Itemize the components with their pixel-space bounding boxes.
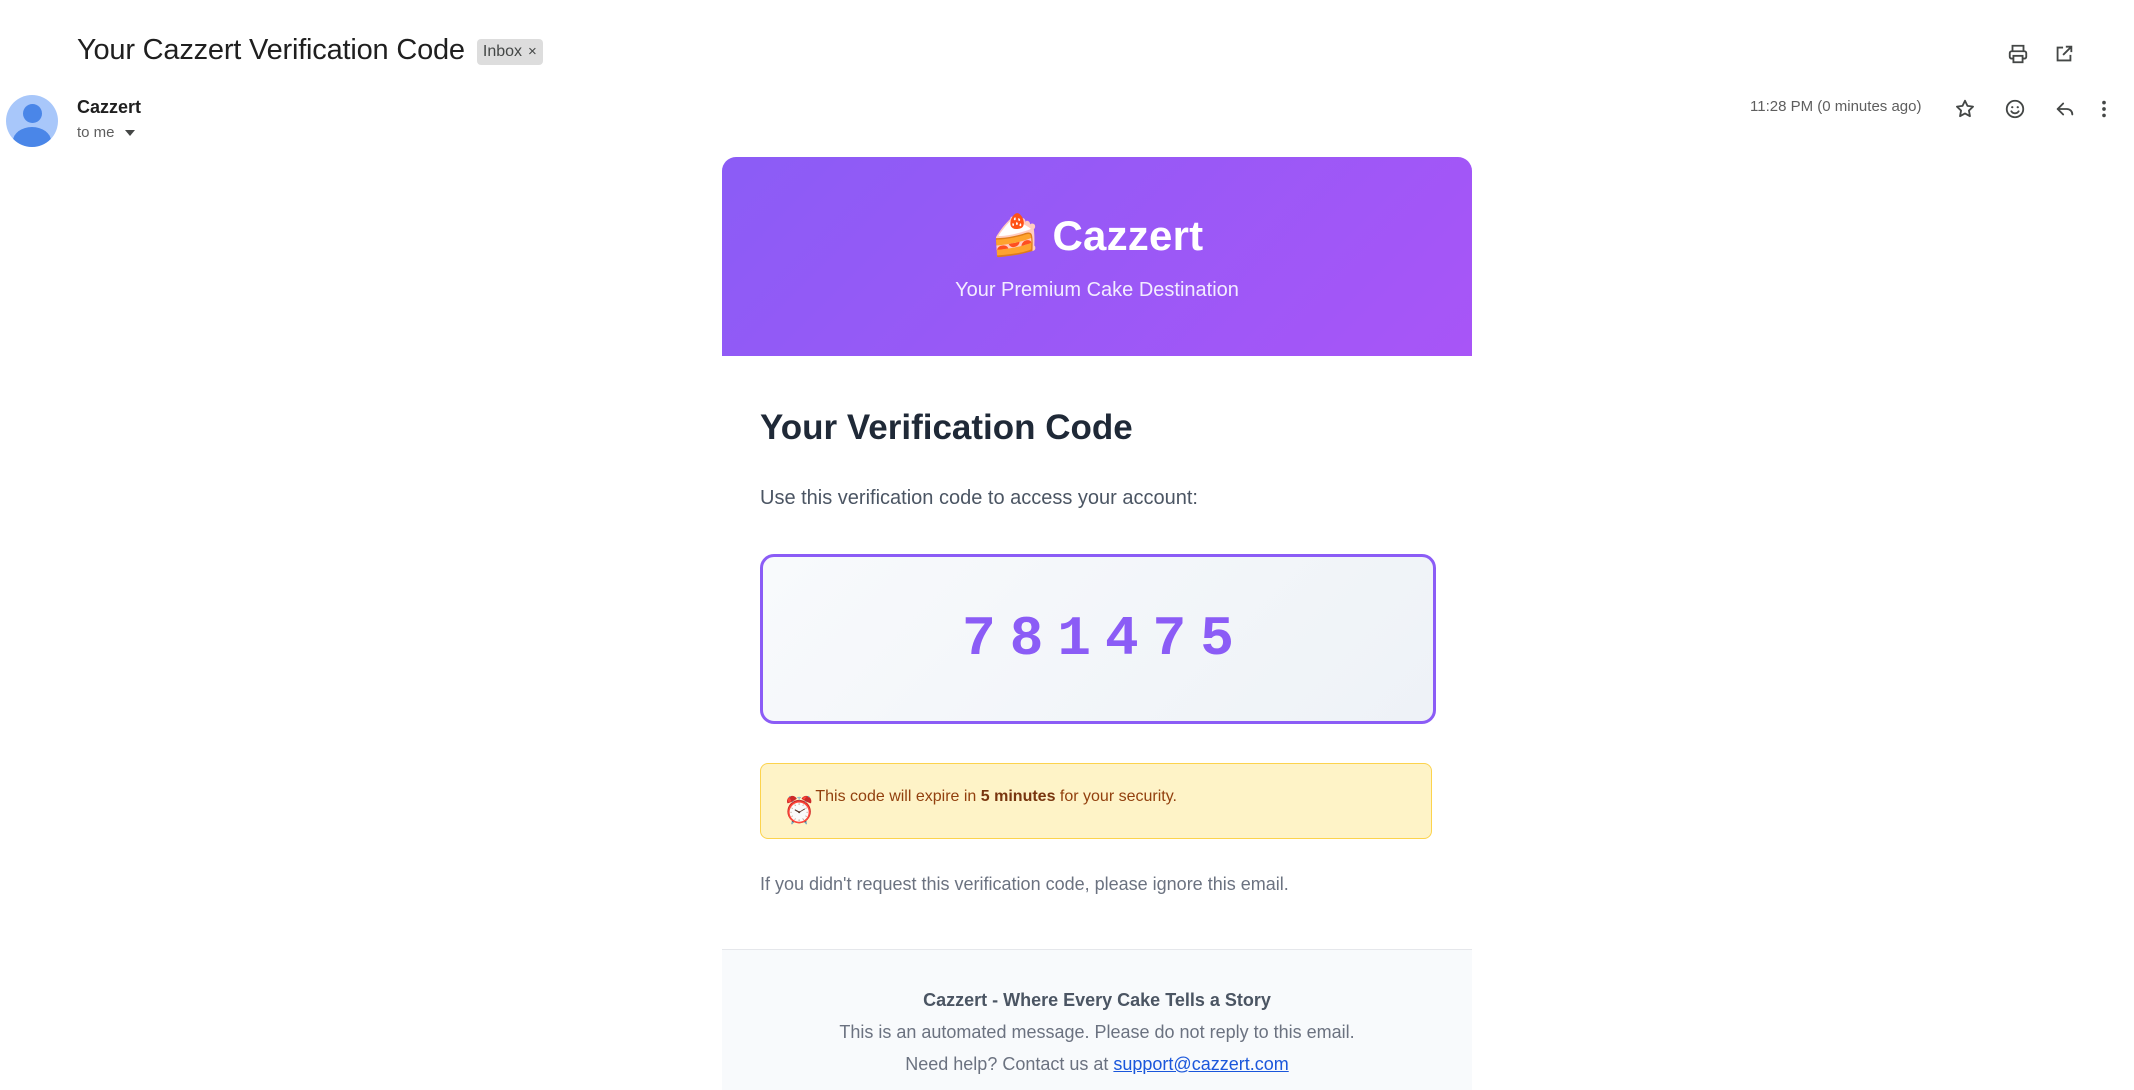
more-options-icon	[2102, 100, 2106, 118]
remove-label-icon[interactable]: ×	[528, 41, 537, 63]
reply-button[interactable]	[2049, 93, 2081, 125]
sender-name[interactable]: Cazzert	[77, 97, 141, 118]
ignore-note: If you didn't request this verification …	[760, 874, 1289, 894]
footer-help-prefix: Need help? Contact us at	[905, 1054, 1114, 1074]
expiry-notice: ⏰ This code will expire in 5 minutes for…	[760, 763, 1432, 839]
open-in-new-window-button[interactable]	[2048, 38, 2080, 70]
inbox-label-chip[interactable]: Inbox ×	[476, 38, 543, 65]
top-actions	[2000, 38, 2134, 72]
star-icon	[1956, 99, 1974, 118]
email-view: Your Cazzert Verification Code Inbox × C…	[0, 0, 2134, 1090]
subject-row: Your Cazzert Verification Code Inbox ×	[77, 34, 543, 67]
recipient-text: to me	[77, 124, 115, 141]
footer-brand-line: Cazzert - Where Every Cake Tells a Story	[923, 990, 1271, 1010]
label-text: Inbox	[482, 42, 523, 60]
emoji-react-button[interactable]	[1999, 93, 2031, 125]
star-button[interactable]	[1949, 93, 1981, 125]
verification-code-box[interactable]: 781475	[760, 554, 1436, 724]
print-icon	[2008, 44, 2028, 64]
email-subject: Your Cazzert Verification Code	[77, 34, 465, 66]
expiry-suffix: for your security.	[1055, 788, 1177, 805]
chevron-down-icon	[124, 129, 135, 136]
cake-logo-icon: 🍰	[990, 214, 1041, 258]
support-email-link[interactable]: support@cazzert.com	[1113, 1054, 1288, 1074]
sender-avatar[interactable]	[6, 95, 58, 147]
avatar-body	[13, 127, 51, 147]
email-footer: Cazzert - Where Every Cake Tells a Story…	[722, 949, 1472, 1090]
footer-automated-line: This is an automated message. Please do …	[839, 1022, 1355, 1042]
verification-code[interactable]: 781475	[962, 607, 1248, 671]
reply-icon	[2056, 102, 2074, 116]
avatar-head	[23, 104, 42, 123]
open-in-new-window-icon	[2056, 45, 2073, 62]
expiry-duration: 5 minutes	[980, 788, 1056, 805]
emoji-react-icon	[2005, 99, 2025, 119]
alarm-clock-icon: ⏰	[783, 795, 816, 825]
email-timestamp: 11:28 PM (0 minutes ago)	[1750, 98, 1922, 115]
expiry-prefix: This code will expire in	[815, 788, 981, 805]
print-button[interactable]	[2002, 38, 2034, 70]
email-body-card: 🍰 Cazzert Your Premium Cake Destination …	[722, 157, 1472, 1090]
recipient-details-toggle[interactable]: to me	[77, 124, 135, 141]
verification-heading: Your Verification Code	[760, 408, 1133, 447]
brand-tagline: Your Premium Cake Destination	[955, 279, 1239, 301]
brand-name: Cazzert	[1052, 212, 1204, 259]
verification-instruction: Use this verification code to access you…	[760, 487, 1198, 509]
email-hero-banner: 🍰 Cazzert Your Premium Cake Destination	[722, 157, 1472, 356]
brand-row: 🍰 Cazzert	[722, 212, 1472, 260]
expiry-text: This code will expire in 5 minutes for y…	[815, 788, 1177, 806]
more-options-button[interactable]	[2088, 93, 2120, 125]
footer-help-line: Need help? Contact us at support@cazzert…	[722, 1054, 1472, 1075]
